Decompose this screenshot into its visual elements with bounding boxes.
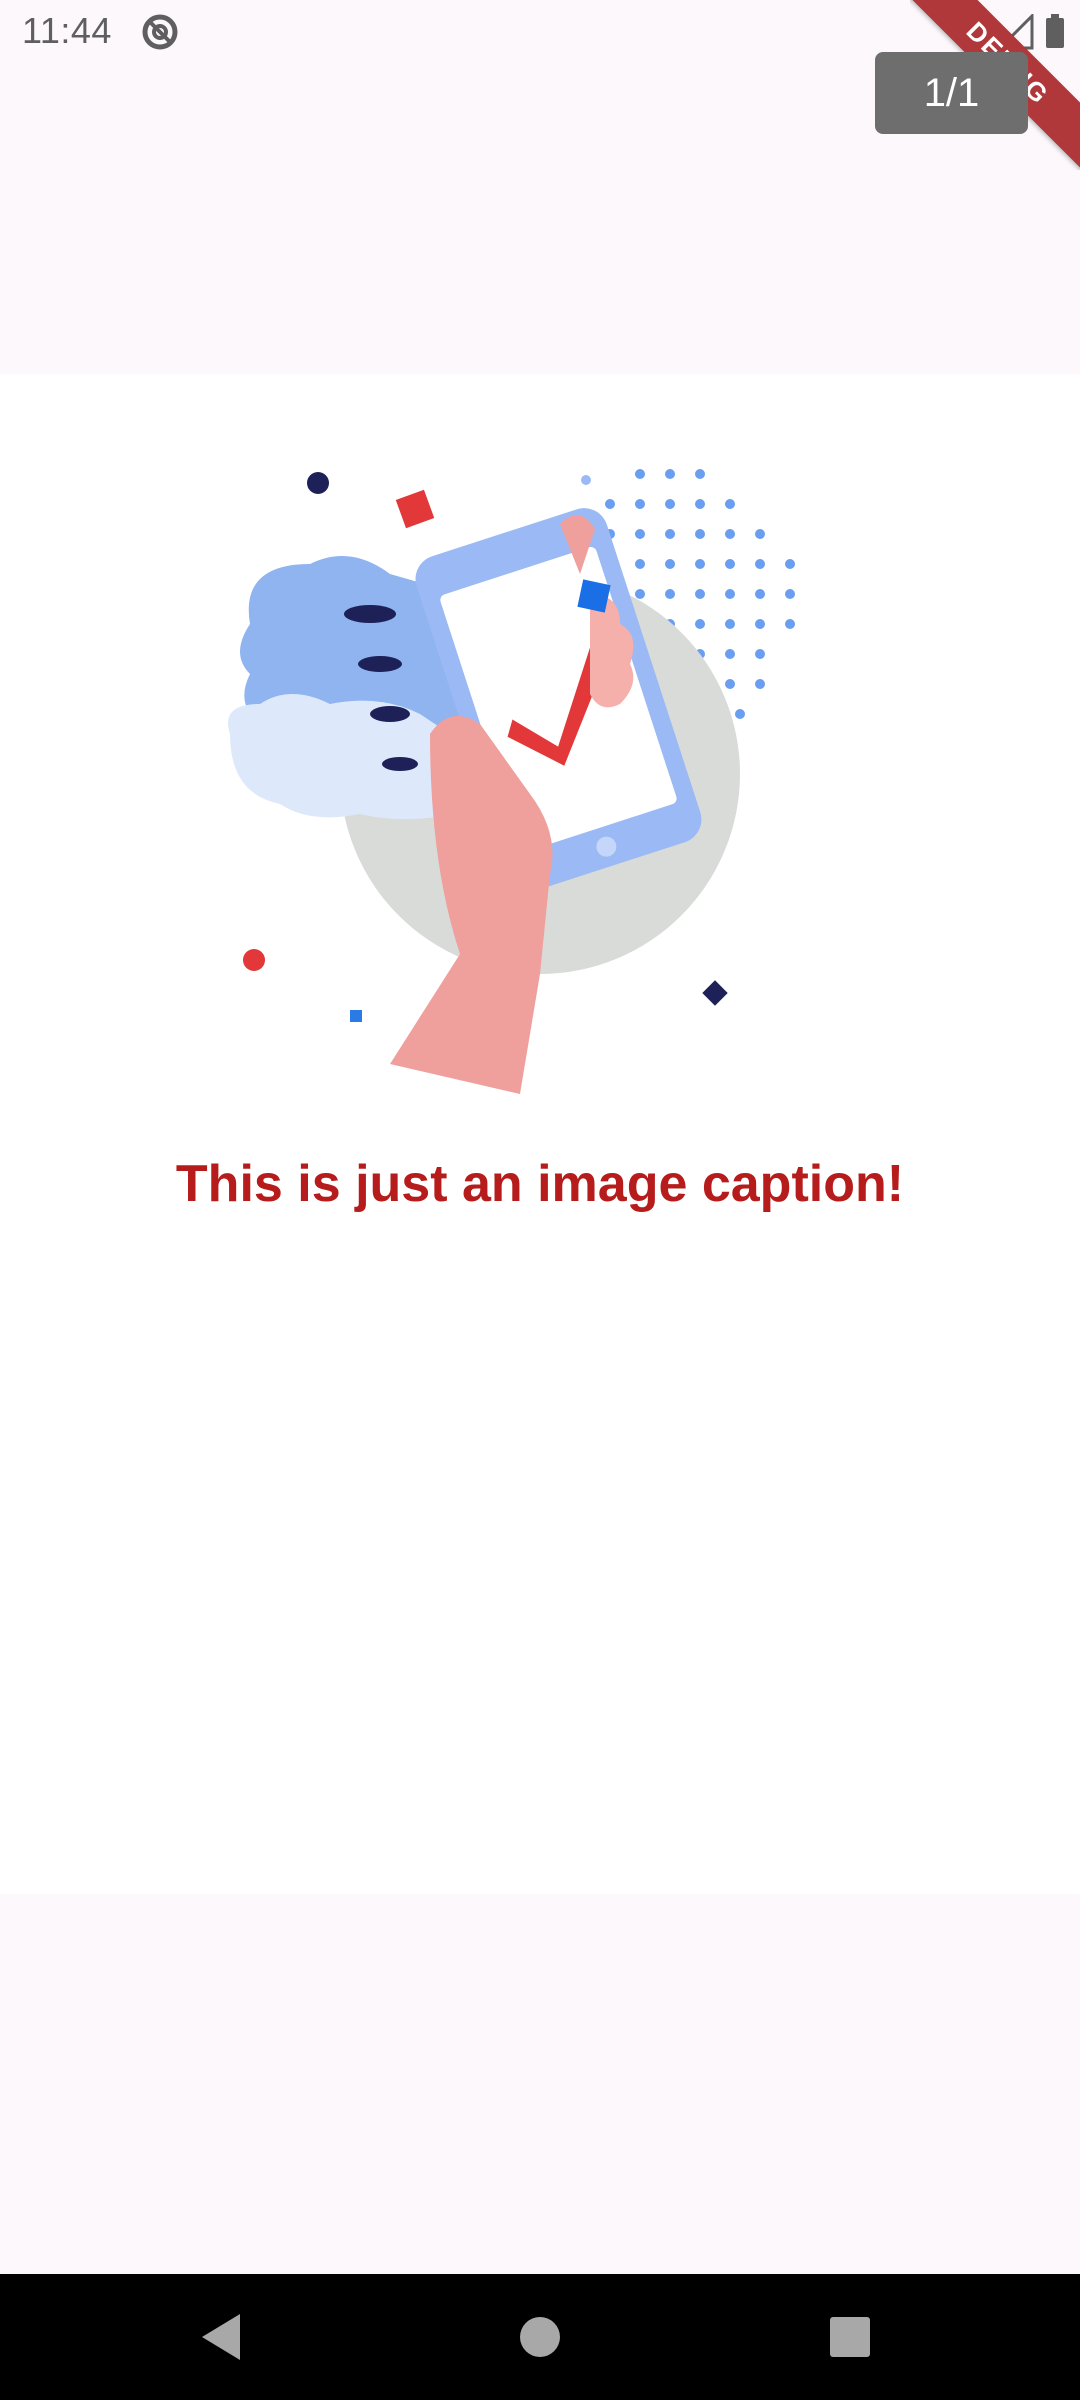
back-icon[interactable] (190, 2302, 260, 2372)
image-viewer[interactable]: This is just an image caption! (0, 374, 1080, 1894)
status-time: 11:44 (22, 10, 112, 51)
page-counter-text: 1/1 (923, 70, 980, 115)
sync-disabled-icon (142, 14, 178, 50)
recents-icon[interactable] (815, 2302, 885, 2372)
page-counter: 1/1 (875, 52, 1028, 134)
status-icons (948, 14, 1064, 50)
home-icon[interactable] (505, 2302, 575, 2372)
image-caption: This is just an image caption! (175, 1155, 905, 1213)
phone-checkmark-illustration (228, 469, 795, 1094)
signal-icon (996, 14, 1034, 50)
navigation-bar (0, 2274, 1080, 2400)
wifi-icon (948, 17, 992, 48)
battery-icon (1046, 14, 1064, 48)
